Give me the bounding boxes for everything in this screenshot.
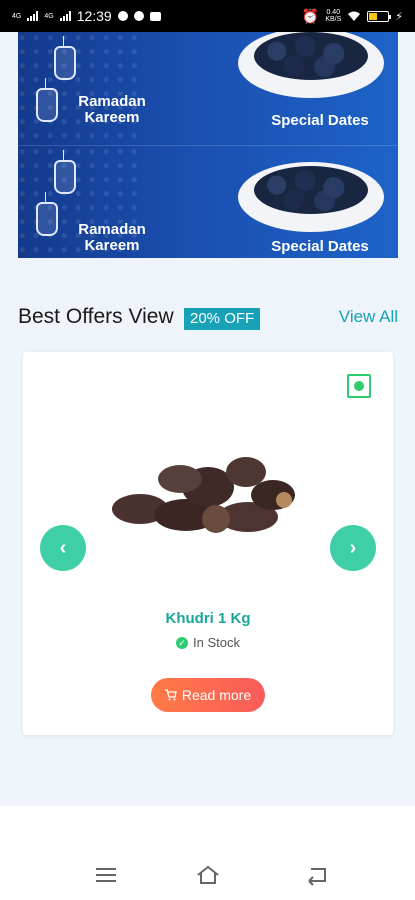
product-card[interactable]: ‹ › Khudri 1 Kg ✓ In Stock Read more xyxy=(23,352,393,735)
signal-icon xyxy=(27,11,39,21)
special-dates-text: Special Dates xyxy=(271,238,369,255)
network-type-1: 4G xyxy=(12,12,22,20)
notification-icon xyxy=(133,11,144,21)
discount-badge: 20% OFF xyxy=(184,308,261,330)
ramadan-kareem-text: Ramadan Kareem xyxy=(72,222,152,254)
battery-icon xyxy=(367,10,392,22)
status-left: 4G 4G 12:39 xyxy=(12,8,161,24)
special-dates-text: Special Dates xyxy=(271,112,369,129)
chevron-left-icon: ‹ xyxy=(59,536,67,559)
stock-label: In Stock xyxy=(193,635,240,650)
alarm-icon: ⏰ xyxy=(301,7,320,24)
wifi-icon xyxy=(348,11,361,21)
speed-value: 0.40 xyxy=(326,9,341,16)
dates-bowl-image xyxy=(238,32,384,98)
ramadan-line2: Kareem xyxy=(84,237,140,254)
banner-pattern xyxy=(18,32,138,145)
lantern-icon xyxy=(54,36,76,80)
ramadan-kareem-text: Ramadan Kareem xyxy=(72,94,152,126)
menu-icon[interactable] xyxy=(94,864,118,886)
messenger-icon xyxy=(117,11,128,21)
clock: 12:39 xyxy=(76,8,112,24)
speed-unit: KB/S xyxy=(325,16,342,23)
product-image xyxy=(112,457,295,533)
check-circle-icon: ✓ xyxy=(176,636,189,649)
banner-row: Ramadan Kareem Special Dates xyxy=(18,32,398,145)
lantern-icon xyxy=(36,78,58,122)
home-icon[interactable] xyxy=(196,864,220,886)
stock-status: ✓ In Stock xyxy=(23,635,393,650)
ramadan-line1: Ramadan xyxy=(78,93,146,110)
system-nav-bar xyxy=(0,806,415,900)
next-arrow-button[interactable]: › xyxy=(330,525,376,571)
chevron-right-icon: › xyxy=(349,536,357,559)
veg-indicator-icon xyxy=(347,374,371,398)
cart-icon xyxy=(164,689,177,701)
previous-arrow-button[interactable]: ‹ xyxy=(40,525,86,571)
mail-icon xyxy=(149,11,161,21)
section-title: Best Offers View xyxy=(18,305,174,328)
lantern-icon xyxy=(36,192,58,236)
charging-icon: ⚡ xyxy=(395,10,403,23)
ramadan-line2: Kareem xyxy=(84,109,140,126)
read-more-label: Read more xyxy=(181,687,252,703)
status-bar: 4G 4G 12:39 ⏰ 0.40 KB/S ⚡ xyxy=(0,0,415,32)
network-type-2: 4G xyxy=(44,12,54,20)
signal-icon-2 xyxy=(59,11,71,21)
view-all-link[interactable]: View All xyxy=(339,307,398,327)
back-icon[interactable] xyxy=(305,864,329,886)
lantern-icon xyxy=(54,150,76,194)
promo-banner[interactable]: Ramadan Kareem Special Dates Ramadan Kar… xyxy=(18,32,398,258)
banner-row: Ramadan Kareem Special Dates xyxy=(18,145,398,258)
dates-bowl-image xyxy=(238,162,384,232)
status-right: ⏰ 0.40 KB/S ⚡ xyxy=(302,8,403,25)
ramadan-line1: Ramadan xyxy=(78,221,146,238)
product-name[interactable]: Khudri 1 Kg xyxy=(23,610,393,627)
read-more-button[interactable]: Read more xyxy=(151,678,265,712)
network-speed: 0.40 KB/S xyxy=(325,9,341,23)
